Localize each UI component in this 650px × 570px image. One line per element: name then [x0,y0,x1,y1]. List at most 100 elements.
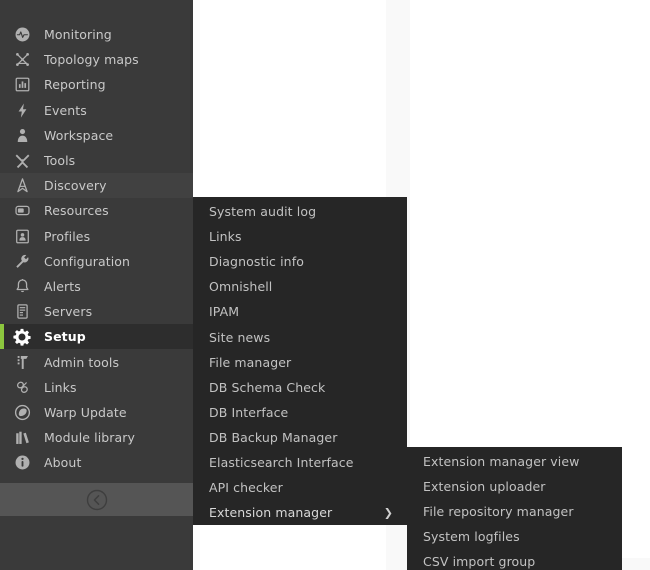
sidebar-top-spacer [0,0,193,22]
chevron-left-circle-icon [86,489,108,511]
sidebar-item-resources[interactable]: Resources [0,198,193,224]
admin-hammer-icon [0,350,44,375]
submenu-ext-item-file-repository-manager[interactable]: File repository manager [407,499,622,524]
submenu-item-label: CSV import group [423,554,536,570]
wrench-icon [0,249,44,274]
info-circle-icon [0,450,44,475]
active-accent-bar [0,72,4,97]
sidebar-item-alerts[interactable]: Alerts [0,273,193,300]
submenu-item-label: DB Backup Manager [209,429,338,445]
submenu-item-api-checker[interactable]: API checker [193,475,407,500]
sidebar-item-label: Alerts [44,278,81,294]
submenu-ext-item-csv-import-group[interactable]: CSV import group [407,549,622,570]
submenu-item-links[interactable]: Links [193,224,407,249]
submenu-item-ipam[interactable]: IPAM [193,299,407,324]
sidebar-item-label: Links [44,379,77,395]
active-accent-bar [0,349,4,374]
active-accent-bar [0,224,4,249]
sidebar-item-events[interactable]: Events [0,97,193,123]
submenu-item-system-audit-log[interactable]: System audit log [193,199,407,224]
gear-icon [0,324,44,349]
submenu-ext-item-extension-manager-view[interactable]: Extension manager view [407,449,622,474]
submenu-item-label: IPAM [209,304,240,320]
submenu-item-label: DB Interface [209,404,289,420]
sidebar-item-label: Configuration [44,253,131,269]
submenu-item-omnishell[interactable]: Omnishell [193,274,407,299]
submenu-ext-item-system-logfiles[interactable]: System logfiles [407,524,622,549]
pulse-circle-icon [0,22,44,47]
chain-links-icon [0,375,44,400]
sidebar-item-label: Topology maps [44,52,139,68]
sidebar-item-servers[interactable]: Servers [0,299,193,325]
books-icon [0,425,44,450]
sidebar-item-profiles[interactable]: Profiles [0,223,193,249]
sidebar-item-label: Resources [44,203,109,219]
submenu-setup: System audit log Links Diagnostic info Omni… [193,197,407,525]
submenu-item-label: Site news [209,329,271,345]
submenu-ext-item-extension-uploader[interactable]: Extension uploader [407,474,622,499]
active-accent-bar [0,173,4,198]
sidebar-item-links[interactable]: Links [0,374,193,400]
submenu-item-label: System logfiles [423,529,520,545]
submenu-item-diagnostic-info[interactable]: Diagnostic info [193,249,407,274]
sidebar-item-monitoring[interactable]: Monitoring [0,22,193,48]
submenu-extension-manager: Extension manager view Extension uploader… [407,447,622,570]
submenu-item-label: Elasticsearch Interface [209,454,354,470]
sidebar-item-label: Monitoring [44,27,112,43]
sidebar-item-label: Admin tools [44,354,120,370]
sidebar-item-workspace[interactable]: Workspace [0,122,193,148]
server-rack-icon [0,299,44,324]
active-accent-bar [0,198,4,223]
sidebar-item-label: Discovery [44,178,107,194]
active-accent-bar [0,400,4,425]
active-accent-bar [0,123,4,148]
active-accent-bar [0,47,4,72]
sidebar-item-warp-update[interactable]: Warp Update [0,399,193,425]
profile-card-icon [0,224,44,249]
sidebar-item-label: Events [44,102,87,118]
sidebar-item-discovery[interactable]: Discovery [0,173,193,199]
compass-needle-icon [0,173,44,198]
submenu-item-extension-manager[interactable]: Extension manager ❯ [193,500,407,525]
sidebar-item-setup[interactable]: Setup [0,324,193,350]
topology-icon [0,47,44,72]
submenu-item-site-news[interactable]: Site news [193,324,407,349]
sidebar-item-about[interactable]: About [0,450,193,476]
submenu-item-label: File manager [209,354,292,370]
submenu-item-label: API checker [209,480,283,496]
submenu-item-file-manager[interactable]: File manager [193,350,407,375]
submenu-item-db-interface[interactable]: DB Interface [193,400,407,425]
active-accent-bar [0,299,4,324]
sidebar-item-label: Servers [44,304,93,320]
sidebar-item-module-library[interactable]: Module library [0,425,193,451]
active-accent-bar [0,450,4,475]
bell-icon [0,274,44,299]
submenu-item-elasticsearch-interface[interactable]: Elasticsearch Interface [193,450,407,475]
submenu-item-label: Extension uploader [423,479,546,495]
sidebar-item-label: Module library [44,430,136,446]
tools-icon [0,148,44,173]
active-accent-bar [0,249,4,274]
sidebar-item-label: Setup [44,329,86,345]
sidebar-bottom-filler [0,516,193,570]
bar-chart-box-icon [0,72,44,97]
submenu-item-label: Links [209,229,242,245]
active-accent-bar [0,98,4,123]
submenu-item-db-backup-manager[interactable]: DB Backup Manager [193,425,407,450]
sidebar-item-topology-maps[interactable]: Topology maps [0,47,193,73]
submenu-item-label: System audit log [209,204,317,220]
active-accent-bar [0,22,4,47]
sidebar-item-admin-tools[interactable]: Admin tools [0,349,193,375]
submenu-item-db-schema-check[interactable]: DB Schema Check [193,375,407,400]
sidebar-item-label: Reporting [44,77,106,93]
active-accent-bar [0,148,4,173]
warp-update-icon [0,400,44,425]
submenu-item-label: Diagnostic info [209,254,304,270]
sidebar-item-label: Workspace [44,127,114,143]
sidebar-item-tools[interactable]: Tools [0,147,193,174]
sidebar-collapse-button[interactable] [0,483,193,516]
active-accent-bar [0,324,4,350]
sidebar-item-reporting[interactable]: Reporting [0,72,193,98]
sidebar-item-configuration[interactable]: Configuration [0,248,193,274]
submenu-item-label: DB Schema Check [209,379,326,395]
